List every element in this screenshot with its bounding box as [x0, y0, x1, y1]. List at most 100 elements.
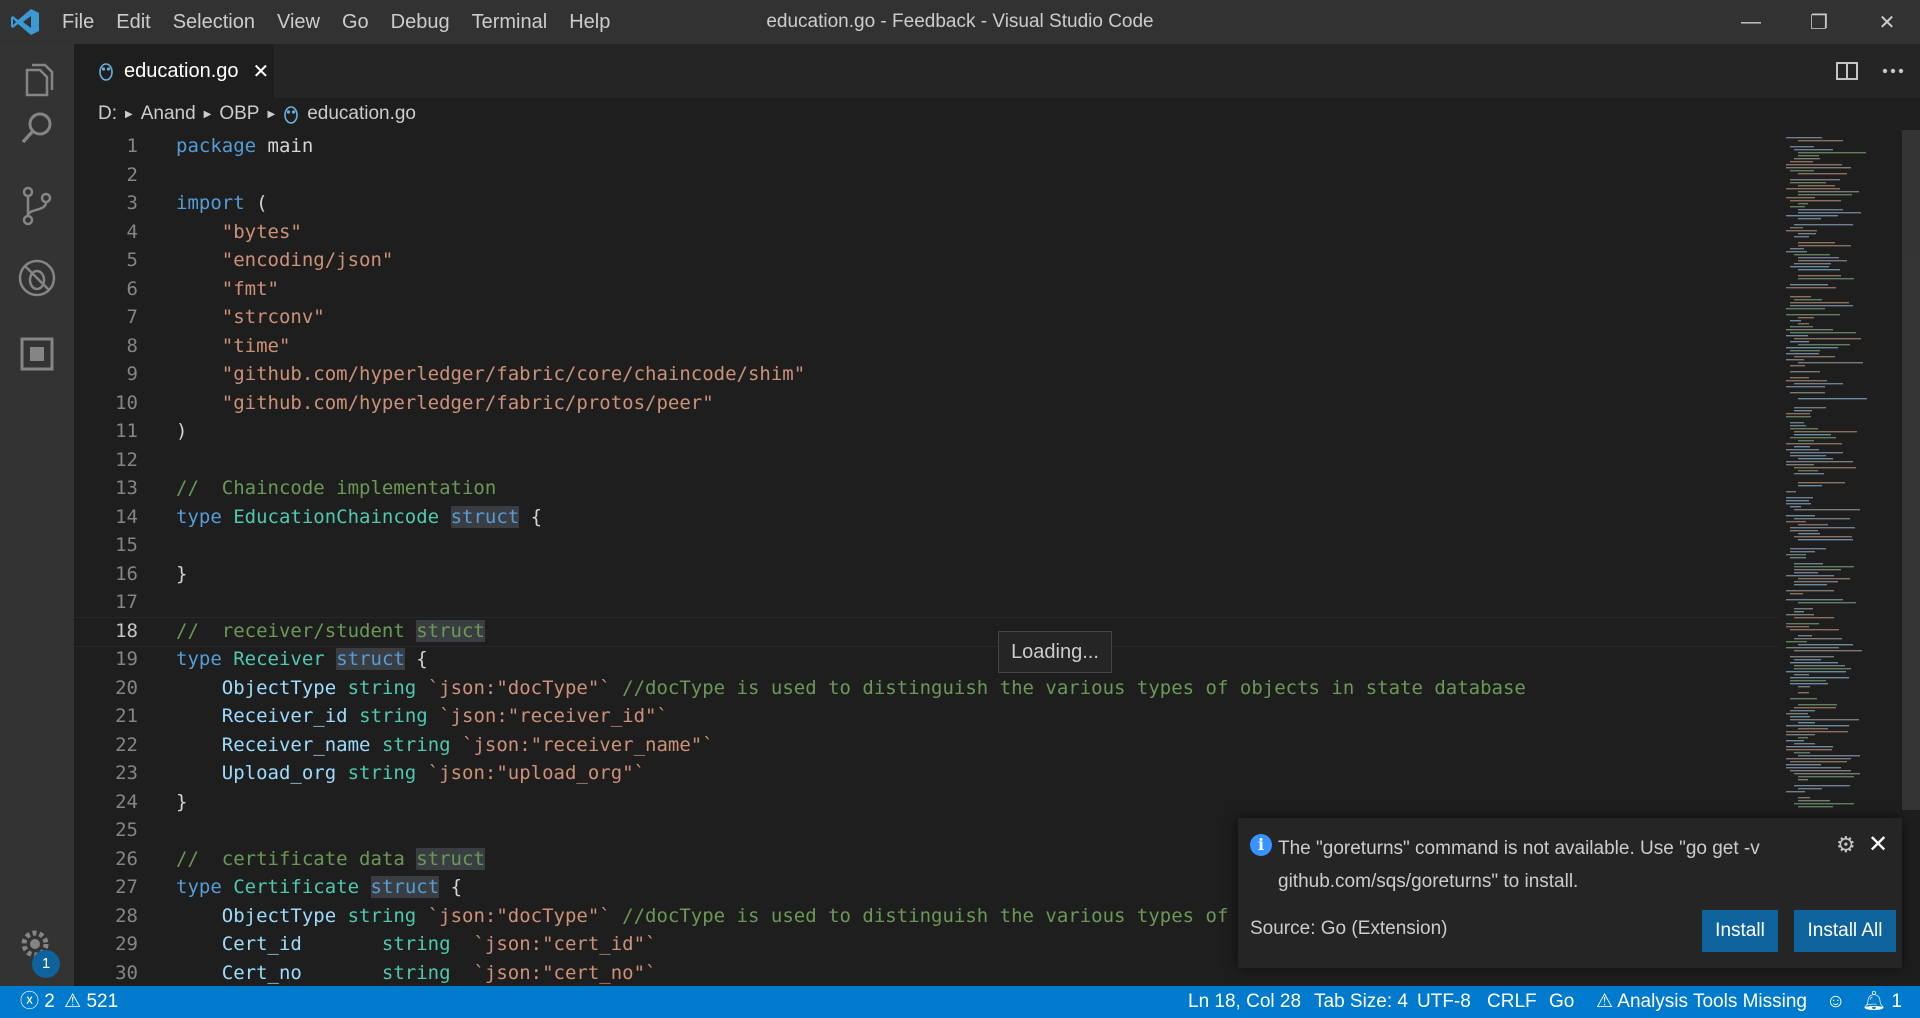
minimap-line: [1798, 257, 1839, 259]
minimap-line: [1790, 548, 1826, 550]
breadcrumb-file[interactable]: education.go: [307, 103, 416, 125]
minimap-line: [1794, 473, 1824, 475]
code-line[interactable]: 1 package main: [74, 132, 1778, 161]
menu-help[interactable]: Help: [569, 11, 610, 34]
code-line[interactable]: 14 type EducationChaincode struct {: [74, 503, 1778, 532]
minimap-line: [1786, 443, 1842, 445]
menu-go[interactable]: Go: [342, 11, 369, 34]
debug-icon[interactable]: [15, 256, 59, 300]
vscode-logo-icon[interactable]: [10, 8, 40, 36]
code-line[interactable]: 8 "time": [74, 332, 1778, 361]
code-line[interactable]: 16}: [74, 560, 1778, 589]
bell-icon: 🔔︎: [1862, 991, 1887, 1012]
explorer-icon[interactable]: [15, 58, 59, 102]
menu-file[interactable]: File: [62, 11, 94, 34]
split-editor-icon[interactable]: [1832, 56, 1862, 86]
notification-count: 1: [1891, 991, 1902, 1012]
menu-terminal[interactable]: Terminal: [472, 11, 548, 34]
more-actions-icon[interactable]: [1878, 56, 1908, 86]
manage-badge: 1: [32, 950, 60, 978]
code-line[interactable]: 7 "strconv": [74, 303, 1778, 332]
restore-button[interactable]: ❐: [1788, 0, 1850, 44]
encoding[interactable]: UTF-8: [1417, 986, 1471, 1018]
tab-close-icon[interactable]: ✕: [253, 59, 270, 84]
minimap-line: [1790, 371, 1820, 373]
code-line[interactable]: 4 "bytes": [74, 218, 1778, 247]
notification-settings-gear-icon[interactable]: ⚙: [1836, 832, 1856, 858]
close-window-button[interactable]: ✕: [1856, 0, 1918, 44]
notification-close-icon[interactable]: ✕: [1868, 830, 1888, 859]
code-line[interactable]: 20 ObjectType string `json:"docType"` //…: [74, 674, 1778, 703]
code-line[interactable]: 23 Upload_org string `json:"upload_org"`: [74, 759, 1778, 788]
minimap-line: [1790, 341, 1809, 343]
code-line[interactable]: 10 "github.com/hyperledger/fabric/protos…: [74, 389, 1778, 418]
minimap-line: [1794, 467, 1856, 469]
code-line[interactable]: 11): [74, 417, 1778, 446]
notifications-status[interactable]: 🔔︎ 1: [1862, 986, 1902, 1018]
tab-education-go[interactable]: education.go ✕: [74, 44, 274, 98]
code-line[interactable]: 24}: [74, 788, 1778, 817]
minimap-line: [1794, 668, 1851, 670]
source-control-icon[interactable]: [15, 184, 59, 228]
menu-edit[interactable]: Edit: [116, 11, 150, 34]
minimap-line: [1790, 365, 1805, 367]
code-line[interactable]: 18 // receiver/student struct: [74, 617, 1778, 646]
code-line[interactable]: 13 // Chaincode implementation: [74, 474, 1778, 503]
install-button[interactable]: Install: [1702, 910, 1778, 952]
line-number: 27: [115, 876, 138, 898]
menu-selection[interactable]: Selection: [173, 11, 255, 34]
code-line[interactable]: 2: [74, 161, 1778, 190]
code-line[interactable]: 9 "github.com/hyperledger/fabric/core/ch…: [74, 360, 1778, 389]
code-line[interactable]: 12: [74, 446, 1778, 475]
code-token: `json:"cert_no"`: [473, 961, 657, 984]
end-of-line[interactable]: CRLF: [1487, 986, 1537, 1018]
chevron-right-icon: ▶: [203, 108, 212, 120]
extensions-icon[interactable]: [15, 332, 59, 376]
minimap-line: [1790, 182, 1826, 184]
line-number: 17: [115, 591, 138, 613]
code-line[interactable]: 5 "encoding/json": [74, 246, 1778, 275]
notification-toast: i The "goreturns" command is not availab…: [1238, 818, 1902, 968]
menu-view[interactable]: View: [277, 11, 320, 34]
analysis-tools-status[interactable]: ⚠ Analysis Tools Missing: [1596, 986, 1807, 1018]
minimap-line: [1798, 779, 1808, 781]
code-line[interactable]: 19 type Receiver struct {: [74, 645, 1778, 674]
cursor-position[interactable]: Ln 18, Col 28: [1188, 986, 1301, 1018]
search-icon[interactable]: [15, 106, 59, 150]
breadcrumb-folder-anand[interactable]: Anand: [141, 103, 196, 125]
minimap-line: [1794, 236, 1809, 238]
code-token: "encoding/json": [221, 249, 394, 271]
code-line[interactable]: 22 Receiver_name string `json:"receiver_…: [74, 731, 1778, 760]
code-line[interactable]: 3 import (: [74, 189, 1778, 218]
code-line[interactable]: 21 Receiver_id string `json:"receiver_id…: [74, 702, 1778, 731]
breadcrumb-folder-obp[interactable]: OBP: [219, 103, 259, 125]
minimap-line: [1794, 611, 1804, 613]
minimap-line: [1794, 338, 1861, 340]
language-mode[interactable]: Go: [1549, 986, 1574, 1018]
line-number: 30: [115, 961, 138, 984]
minimap-line: [1790, 350, 1820, 352]
minimap-line: [1794, 434, 1831, 436]
minimap-line: [1786, 503, 1811, 505]
minimap-line: [1790, 770, 1851, 772]
tab-size[interactable]: Tab Size: 4: [1314, 986, 1408, 1018]
minimap-line: [1786, 791, 1805, 793]
breadcrumb-drive[interactable]: D:: [98, 103, 117, 125]
code-line[interactable]: 15: [74, 531, 1778, 560]
feedback-smiley-icon[interactable]: ☺: [1826, 986, 1845, 1018]
minimap-line: [1790, 146, 1814, 148]
code-line[interactable]: 6 "fmt": [74, 275, 1778, 304]
minimap-line: [1790, 680, 1826, 682]
line-code: package main: [176, 132, 313, 161]
analysis-tools-label: Analysis Tools Missing: [1617, 991, 1808, 1012]
scrollbar-thumb[interactable]: [1902, 130, 1920, 810]
problems-status[interactable]: ⓧ 2 ⚠ 521: [20, 986, 118, 1018]
minimap-line: [1794, 410, 1812, 412]
menu-debug[interactable]: Debug: [391, 11, 450, 34]
code-line[interactable]: 17: [74, 588, 1778, 617]
line-code: "bytes": [176, 218, 302, 247]
code-token: "github.com/hyperledger/fabric/core/chai…: [221, 363, 806, 385]
minimize-button[interactable]: —: [1720, 0, 1782, 44]
install-all-button[interactable]: Install All: [1794, 910, 1896, 952]
minimap-line: [1786, 725, 1849, 727]
